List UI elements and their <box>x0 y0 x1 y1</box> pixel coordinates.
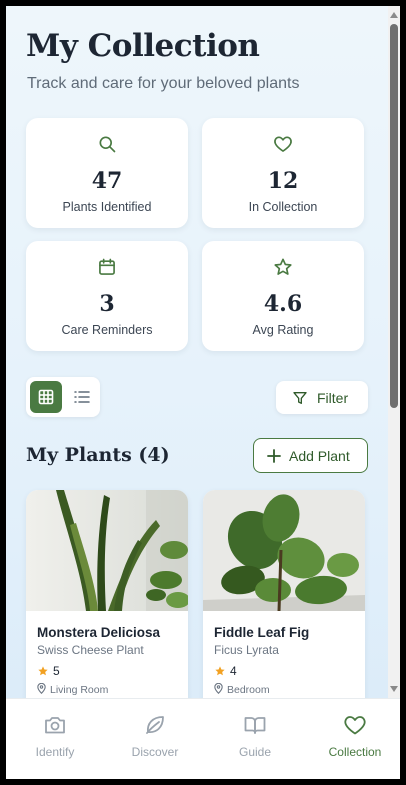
plant-name: Monstera Deliciosa <box>37 625 161 640</box>
add-plant-button[interactable]: Add Plant <box>253 438 368 473</box>
nav-label: Guide <box>238 745 272 759</box>
stat-label: In Collection <box>248 200 318 214</box>
search-icon <box>99 136 116 153</box>
heart-icon <box>274 136 292 152</box>
stat-label: Care Reminders <box>61 323 153 337</box>
star-filled-icon <box>38 666 48 676</box>
scrollbar[interactable] <box>388 6 400 698</box>
plant-rating-value: 5 <box>53 664 60 678</box>
plant-location: Bedroom <box>214 682 270 696</box>
filter-button[interactable]: Filter <box>276 381 368 414</box>
plant-location-text: Living Room <box>50 684 109 696</box>
scroll-thumb[interactable] <box>390 24 398 408</box>
nav-identify[interactable]: Identify <box>6 699 104 779</box>
plant-card[interactable]: Monstera Deliciosa Swiss Cheese Plant 5 … <box>26 490 188 698</box>
nav-label: Discover <box>131 745 179 759</box>
location-pin-icon <box>37 682 46 695</box>
plant-rating: 5 <box>37 664 60 678</box>
plant-rating-value: 4 <box>230 664 237 678</box>
collection-screen: My Collection Track and care for your be… <box>6 6 388 698</box>
stat-card-plants-identified: 47 Plants Identified <box>26 118 188 228</box>
list-icon <box>74 391 90 403</box>
plant-card[interactable]: Fiddle Leaf Fig Ficus Lyrata 4 Bedroom <box>203 490 365 698</box>
star-icon <box>274 258 292 275</box>
bottom-nav: Identify Discover Guide Collection <box>6 698 400 779</box>
nav-guide[interactable]: Guide <box>206 699 304 779</box>
plant-location: Living Room <box>37 682 109 696</box>
star-filled-icon <box>215 666 225 676</box>
book-icon <box>244 717 266 734</box>
stat-card-in-collection: 12 In Collection <box>202 118 364 228</box>
plant-scientific-name: Swiss Cheese Plant <box>37 643 144 657</box>
stat-value: 12 <box>267 168 299 194</box>
plant-name: Fiddle Leaf Fig <box>214 625 310 640</box>
plant-scientific-name: Ficus Lyrata <box>214 643 279 657</box>
nav-label: Collection <box>328 745 382 759</box>
scroll-down-arrow[interactable] <box>390 686 398 692</box>
plant-photo <box>203 490 365 611</box>
nav-collection[interactable]: Collection <box>306 699 400 779</box>
heart-icon <box>344 716 366 735</box>
view-toggle <box>26 377 100 417</box>
filter-label: Filter <box>317 390 349 406</box>
stat-value: 47 <box>91 168 123 194</box>
grid-view-button[interactable] <box>30 381 62 413</box>
calendar-icon <box>99 258 115 275</box>
my-plants-title: My Plants (4) <box>26 444 170 466</box>
list-view-button[interactable] <box>68 381 96 413</box>
nav-discover[interactable]: Discover <box>106 699 204 779</box>
stat-value: 3 <box>99 291 115 317</box>
page-title: My Collection <box>26 28 260 64</box>
nav-label: Identify <box>35 745 75 759</box>
stat-label: Plants Identified <box>62 200 152 214</box>
app-window: My Collection Track and care for your be… <box>6 6 400 779</box>
stat-value: 4.6 <box>263 291 303 317</box>
plant-location-text: Bedroom <box>227 684 270 696</box>
camera-icon <box>45 717 65 734</box>
plant-photo <box>26 490 188 611</box>
scroll-up-arrow[interactable] <box>390 12 398 18</box>
location-pin-icon <box>214 682 223 695</box>
grid-icon <box>38 389 54 405</box>
stat-card-care-reminders: 3 Care Reminders <box>26 241 188 351</box>
page-subtitle: Track and care for your beloved plants <box>27 75 300 92</box>
plus-icon <box>267 449 281 463</box>
stat-label: Avg Rating <box>252 323 314 337</box>
filter-icon <box>293 392 307 404</box>
stat-card-avg-rating: 4.6 Avg Rating <box>202 241 364 351</box>
leaf-icon <box>146 716 164 734</box>
plant-rating: 4 <box>214 664 237 678</box>
add-plant-label: Add Plant <box>289 448 350 464</box>
